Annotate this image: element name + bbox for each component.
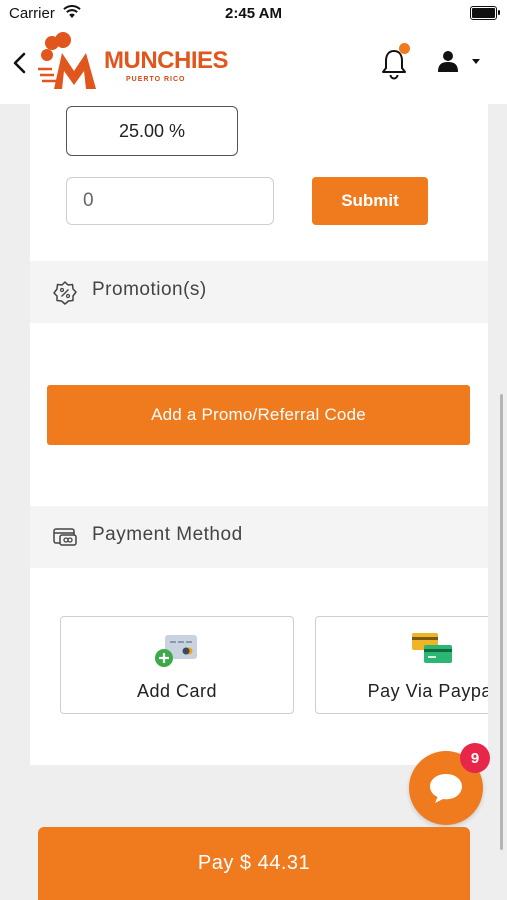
pay-button[interactable]: Pay $ 44.31 bbox=[38, 827, 470, 900]
notification-dot bbox=[399, 43, 410, 54]
discount-badge-icon bbox=[53, 281, 77, 305]
paypal-cards-icon bbox=[412, 633, 452, 663]
payment-methods-carousel[interactable]: Add Card Pay Via Paypal bbox=[30, 614, 488, 719]
logo-text: MUNCHIES bbox=[104, 47, 229, 74]
checkout-card: 25.00 % 0 Submit Promotion(s) Add a Prom… bbox=[30, 104, 488, 765]
chat-bubble-icon bbox=[430, 774, 462, 803]
scrollbar[interactable] bbox=[500, 394, 503, 850]
paypal-option[interactable]: Pay Via Paypal bbox=[315, 616, 488, 714]
munchies-logo[interactable]: MUNCHIES PUERTO RICO bbox=[38, 31, 229, 91]
paypal-label: Pay Via Paypal bbox=[367, 681, 488, 701]
tip-percent-display[interactable]: 25.00 % bbox=[66, 106, 238, 156]
logo-mark-icon bbox=[38, 32, 96, 89]
promotions-title: Promotion(s) bbox=[92, 279, 207, 300]
add-card-icon bbox=[155, 635, 197, 667]
logo-subtext: PUERTO RICO bbox=[126, 76, 186, 83]
chat-unread-badge: 9 bbox=[460, 743, 490, 773]
payment-section-header: Payment Method bbox=[30, 506, 488, 568]
add-promo-code-button[interactable]: Add a Promo/Referral Code bbox=[47, 385, 470, 445]
status-time: 2:45 AM bbox=[225, 5, 282, 22]
submit-button[interactable]: Submit bbox=[312, 177, 428, 225]
battery-icon bbox=[470, 6, 500, 20]
promotions-section-header: Promotion(s) bbox=[30, 261, 488, 323]
payment-title: Payment Method bbox=[92, 524, 243, 545]
wallet-card-icon bbox=[53, 528, 77, 546]
add-card-option[interactable]: Add Card bbox=[60, 616, 294, 714]
add-card-label: Add Card bbox=[136, 681, 218, 701]
back-chevron-icon[interactable] bbox=[10, 50, 30, 76]
status-bar: Carrier 2:45 AM bbox=[0, 0, 507, 28]
tip-amount-input[interactable]: 0 bbox=[66, 177, 274, 225]
app-header: MUNCHIES PUERTO RICO bbox=[0, 28, 507, 104]
user-account-icon[interactable] bbox=[436, 50, 482, 74]
